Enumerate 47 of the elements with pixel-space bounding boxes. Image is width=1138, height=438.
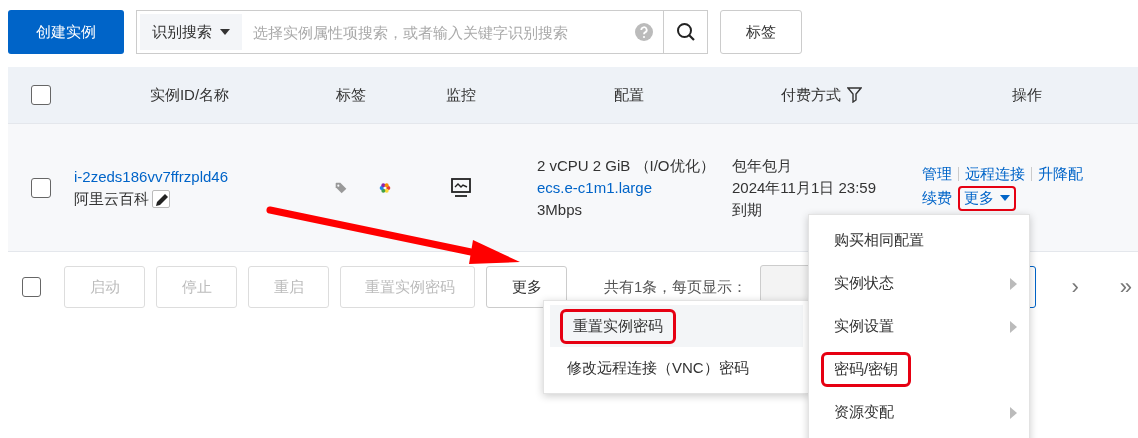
action-link[interactable]: 管理: [922, 164, 952, 184]
column-header: 操作: [1012, 85, 1042, 105]
more-actions-link[interactable]: 更多: [958, 185, 1016, 211]
instance-type-text: ecs.e-c1m1.large: [537, 177, 654, 198]
search-filter-dropdown[interactable]: 识别搜索: [140, 14, 242, 50]
billing-text: 包年包月: [732, 155, 793, 176]
pagination-text: 共有1条，每页显示：: [604, 277, 748, 297]
action-link[interactable]: 升降配: [1038, 164, 1083, 184]
menu-item[interactable]: 重置实例密码: [550, 305, 803, 347]
billing-text: 2024年11月1日 23:59: [732, 177, 877, 198]
tag-button[interactable]: 标签: [720, 10, 802, 54]
edit-button[interactable]: [152, 189, 170, 208]
column-header: 标签: [336, 85, 366, 105]
help-icon: [635, 23, 653, 41]
column-header: 付费方式: [780, 85, 841, 105]
menu-item[interactable]: 实例状态: [809, 262, 1029, 305]
monitor-icon: [450, 177, 472, 198]
action-link[interactable]: 远程连接: [965, 164, 1025, 184]
column-header: 监控: [446, 85, 476, 105]
menu-item[interactable]: 资源变配: [809, 391, 1029, 434]
row-checkbox[interactable]: [31, 177, 51, 198]
menu-item[interactable]: 实例设置: [809, 305, 1029, 348]
chevron-right-icon: [1010, 406, 1017, 419]
chevron-right-icon: [1010, 277, 1017, 290]
column-header: 配置: [613, 85, 644, 105]
batch-select-checkbox[interactable]: [22, 277, 41, 297]
search-icon: [675, 22, 696, 42]
caret-icon: [1000, 195, 1010, 201]
instance-id-link[interactable]: i-2zeds186vv7ffrzpld46: [74, 167, 228, 185]
create-instance-button[interactable]: 创建实例: [8, 10, 124, 54]
next-page-button[interactable]: ›: [1065, 273, 1085, 301]
instance-config: 2 vCPU 2 GiB （I/O优化）: [537, 155, 716, 176]
bandwidth-text: 3Mbps: [537, 199, 584, 220]
action-link[interactable]: 续费: [922, 188, 952, 208]
caret-icon: [220, 29, 230, 35]
last-page-button[interactable]: »: [1113, 273, 1138, 301]
column-header: 实例ID/名称: [149, 85, 230, 105]
billing-text: 到期: [732, 199, 763, 220]
select-all-checkbox[interactable]: [31, 85, 51, 105]
menu-item[interactable]: 购买相同配置: [809, 219, 1029, 262]
batch-more-button[interactable]: 更多: [486, 266, 568, 308]
search-field[interactable]: 识别搜索 选择实例属性项搜索，或者输入关键字识别搜索: [136, 10, 708, 54]
menu-item[interactable]: 修改远程连接（VNC）密码: [544, 347, 809, 389]
menu-item[interactable]: 密码/密钥: [809, 348, 1029, 391]
filter-icon: [846, 87, 862, 103]
chevron-right-icon: [1010, 320, 1017, 333]
instance-name: 阿里云百科: [74, 188, 149, 209]
